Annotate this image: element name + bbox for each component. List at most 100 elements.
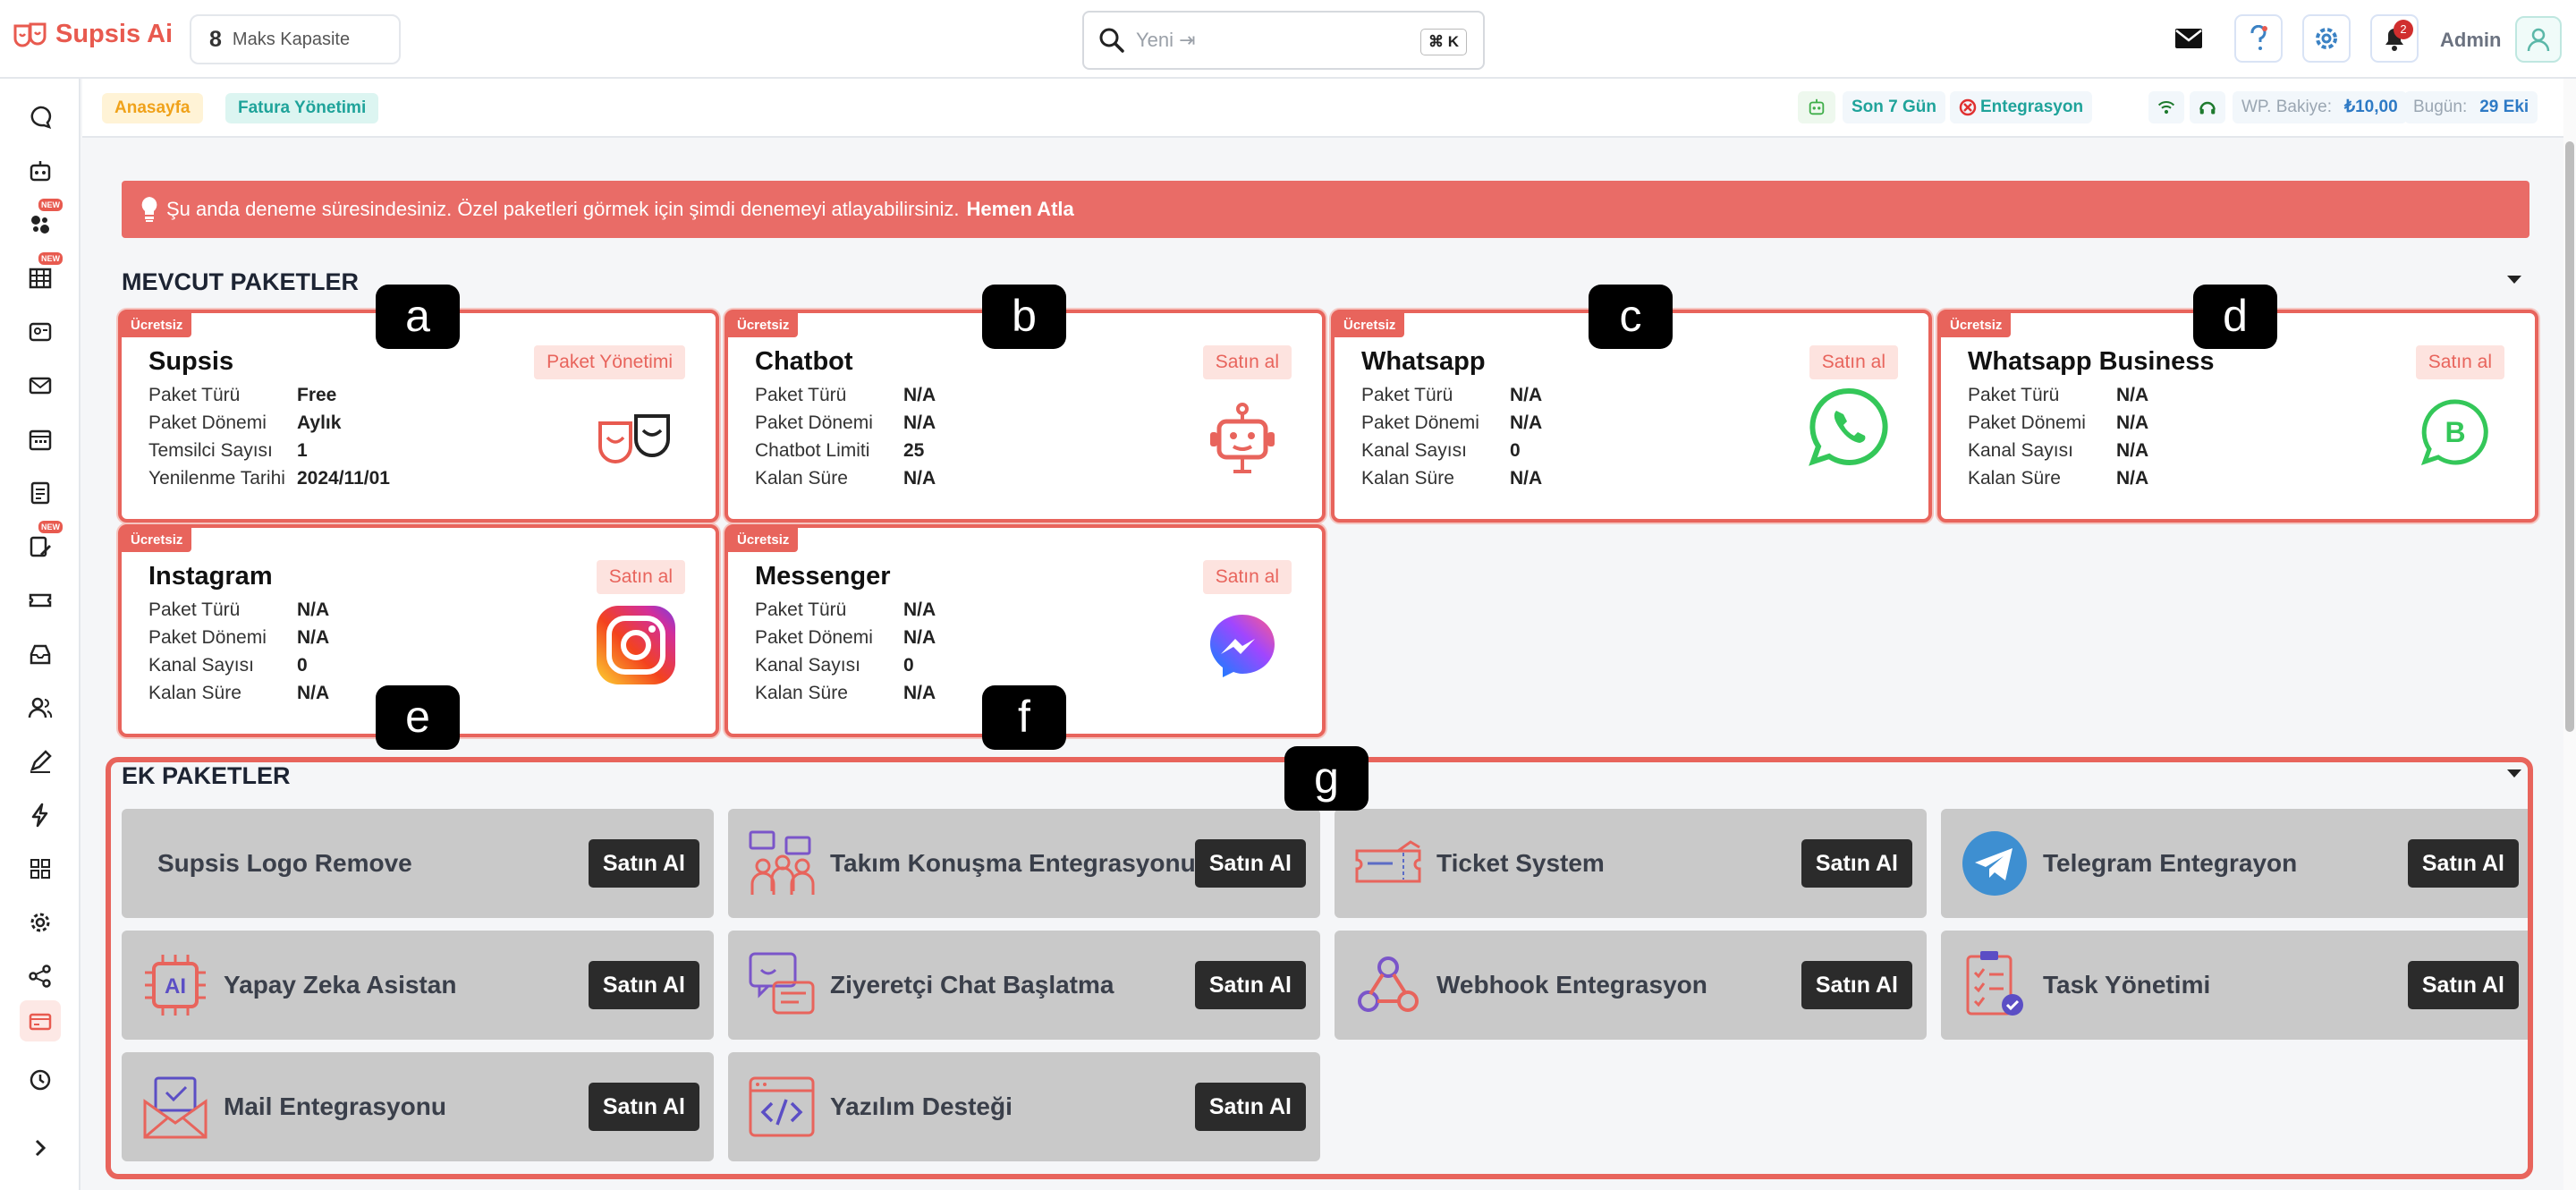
detail-value: N/A <box>297 599 330 620</box>
free-badge: Ücretsiz <box>1941 313 2012 337</box>
settings-button[interactable] <box>2302 14 2351 63</box>
sidebar-item-apps[interactable] <box>20 848 61 889</box>
calendar-icon <box>29 429 52 451</box>
detail-value: N/A <box>903 683 936 703</box>
detail-value: 0 <box>903 655 914 676</box>
annotation-label-b: b <box>982 285 1066 349</box>
mail-button[interactable] <box>2165 14 2213 63</box>
sidebar-item-contacts[interactable] <box>20 311 61 353</box>
capacity-label: Maks Kapasite <box>232 29 351 49</box>
instagram-icon <box>592 601 680 689</box>
chat-bubble-icon <box>30 106 52 130</box>
svg-text:B: B <box>2445 416 2465 448</box>
sidebar-item-forms[interactable]: NEW <box>20 521 63 567</box>
sidebar-item-history[interactable] <box>20 1059 61 1101</box>
detail-value: N/A <box>1510 412 1543 433</box>
detail-value: N/A <box>1510 385 1543 405</box>
free-badge: Ücretsiz <box>122 313 192 337</box>
detail-key: Kalan Süre <box>148 683 242 703</box>
today-chip: Bugün: 29 Eki <box>2404 91 2538 123</box>
sidebar-item-mail[interactable] <box>20 365 61 406</box>
sidebar-item-reports[interactable] <box>20 472 61 514</box>
detail-key: Paket Dönemi <box>148 412 267 433</box>
sidebar-item-chat[interactable] <box>20 97 61 138</box>
detail-value: 25 <box>903 440 925 461</box>
buy-button[interactable]: Satın al <box>1809 345 1898 379</box>
search-box[interactable]: Yeni ⇥ ⌘ K <box>1082 11 1485 70</box>
sidebar-item-bot[interactable] <box>20 150 61 191</box>
detail-key: Paket Türü <box>1968 385 2060 405</box>
detail-key: Paket Dönemi <box>148 627 267 648</box>
help-button[interactable] <box>2234 14 2283 63</box>
package-details: Paket Türü N/A Paket Dönemi N/A Chatbot Li… <box>755 385 936 496</box>
robot-icon <box>1199 395 1286 483</box>
share-icon <box>29 965 51 988</box>
contact-card-icon <box>29 322 52 342</box>
capacity-number: 8 <box>209 26 222 52</box>
integration-chip[interactable]: Entegrasyon <box>1950 91 2093 123</box>
admin-label[interactable]: Admin <box>2440 29 2501 52</box>
breadcrumb-home[interactable]: Anasayfa <box>102 93 203 123</box>
free-badge: Ücretsiz <box>122 528 192 552</box>
sidebar-item-billing[interactable] <box>20 1000 61 1041</box>
grid-table-icon <box>29 268 52 289</box>
period-chip[interactable]: Son 7 Gün <box>1843 91 1945 123</box>
current-packages-collapse-icon[interactable] <box>2507 276 2521 284</box>
integration-label: Entegrasyon <box>1980 98 2084 116</box>
user-icon <box>2527 28 2550 52</box>
detail-key: Yenilenme Tarihi <box>148 468 285 489</box>
error-circle-icon <box>1959 98 1977 116</box>
skip-trial-link[interactable]: Hemen Atla <box>967 198 1074 221</box>
bot-status-chip[interactable] <box>1798 91 1835 123</box>
package-title: Whatsapp <box>1361 347 1486 376</box>
buy-button[interactable]: Satın al <box>1202 560 1292 594</box>
buy-button[interactable]: Satın al <box>2415 345 2504 379</box>
headset-icon <box>2199 101 2216 115</box>
detail-key: Paket Türü <box>1361 385 1453 405</box>
package-title: Messenger <box>755 562 891 591</box>
sidebar-item-inbox[interactable] <box>20 633 61 675</box>
package-management-button[interactable]: Paket Yönetimi <box>534 345 685 379</box>
avatar[interactable] <box>2515 16 2562 63</box>
sidebar-item-integrations[interactable]: NEW <box>20 199 63 245</box>
package-title: Instagram <box>148 562 273 591</box>
breadcrumb-current: Fatura Yönetimi <box>225 93 379 123</box>
detail-key: Kalan Süre <box>1968 468 2061 489</box>
detail-value: N/A <box>903 599 936 620</box>
detail-value: N/A <box>2116 440 2149 461</box>
whatsapp-icon <box>1805 383 1893 471</box>
buy-button[interactable]: Satın al <box>1202 345 1292 379</box>
sidebar-item-table[interactable]: NEW <box>20 252 63 299</box>
package-details: Paket Türü N/A Paket Dönemi N/A Kanal Sayı… <box>755 599 936 710</box>
page-scrollbar[interactable] <box>2563 79 2576 1190</box>
notifications-button[interactable]: 2 <box>2370 14 2419 63</box>
top-bar: Supsis Ai 8 Maks Kapasite Yeni ⇥ ⌘ K 2 A… <box>0 0 2576 79</box>
sidebar-item-tickets[interactable] <box>20 580 61 621</box>
sidebar-item-calendar[interactable] <box>20 419 61 460</box>
messenger-icon <box>1199 603 1286 691</box>
detail-value: N/A <box>903 627 936 648</box>
wifi-chip[interactable] <box>2148 91 2184 123</box>
scrollbar-thumb[interactable] <box>2565 141 2574 732</box>
package-details: Paket Türü Free Paket Dönemi Aylık Temsilc… <box>148 385 390 496</box>
agent-status-chip[interactable] <box>2190 91 2225 123</box>
sidebar-item-settings[interactable] <box>20 902 61 943</box>
gear-icon <box>30 913 50 932</box>
sidebar-item-automation[interactable] <box>20 795 61 836</box>
sidebar-item-users[interactable] <box>20 687 61 728</box>
package-details: Paket Türü N/A Paket Dönemi N/A Kanal Sayı… <box>1361 385 1542 496</box>
lightning-icon <box>31 803 48 828</box>
sidebar-item-pen[interactable] <box>20 741 61 782</box>
package-title: Whatsapp Business <box>1968 347 2215 376</box>
trial-alert: Şu anda deneme süresindesiniz. Özel pake… <box>122 181 2529 238</box>
buy-button[interactable]: Satın al <box>596 560 685 594</box>
detail-value: N/A <box>297 627 330 648</box>
detail-key: Paket Dönemi <box>1361 412 1479 433</box>
logo[interactable]: Supsis Ai <box>13 20 173 49</box>
sidebar-item-share[interactable] <box>20 956 61 997</box>
detail-value: N/A <box>2116 468 2149 489</box>
extra-packages-highlight <box>106 757 2533 1179</box>
sidebar-expand-button[interactable] <box>20 1127 61 1169</box>
supsis-logo-icon <box>592 395 680 483</box>
current-packages-heading: MEVCUT PAKETLER <box>122 268 360 295</box>
